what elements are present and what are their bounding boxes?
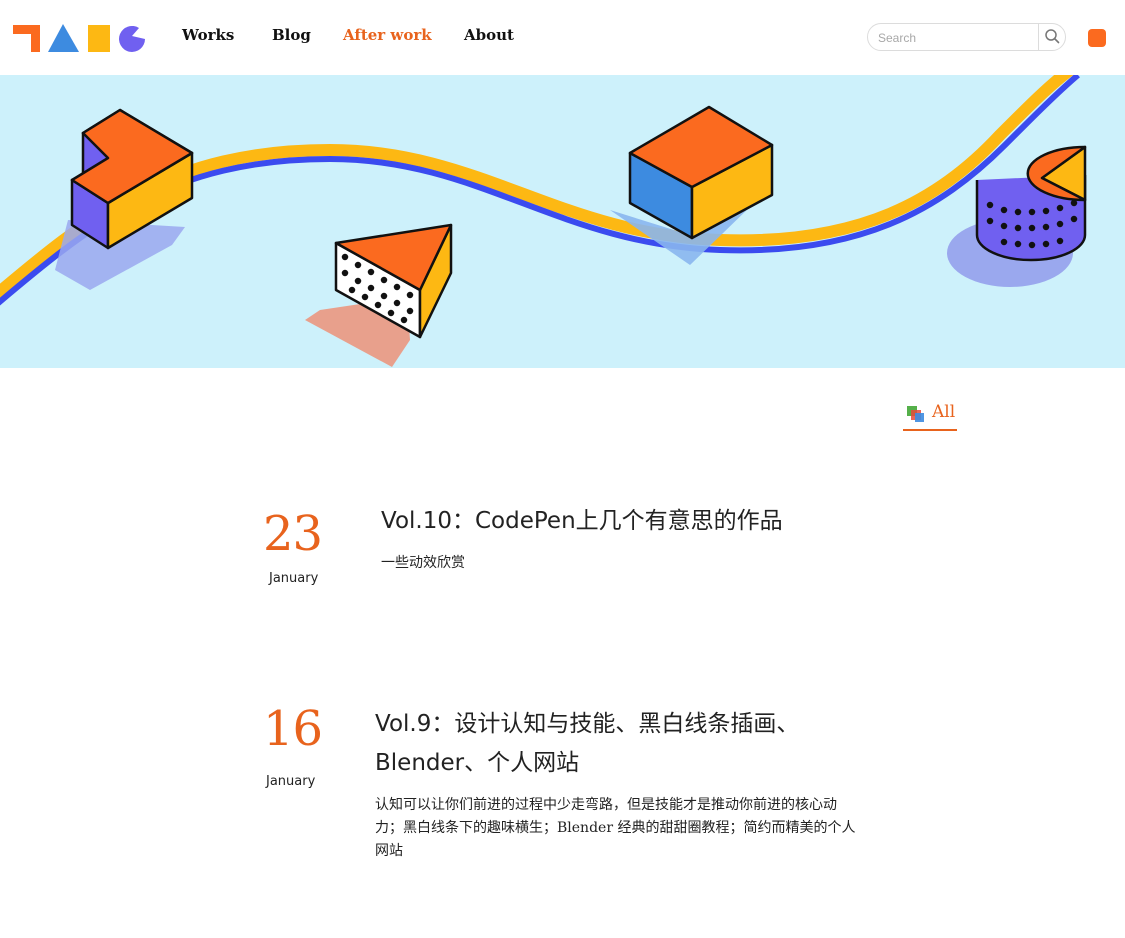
search-box: [867, 23, 1066, 51]
cylinder-block: [975, 145, 1087, 262]
filter-label: All: [932, 402, 956, 422]
post-day: 23: [263, 506, 323, 562]
search-input[interactable]: [878, 29, 1033, 47]
search-icon: [1045, 29, 1060, 44]
nav-item-about[interactable]: About: [464, 26, 514, 44]
nav-item-after-work[interactable]: After work: [343, 26, 432, 44]
post-summary: 一些动效欣赏: [381, 555, 465, 571]
post-title[interactable]: Vol.9：设计认知与技能、黑白线条插画、Blender、个人网站: [375, 705, 830, 783]
post-month: January: [269, 571, 319, 586]
nav-item-blog[interactable]: Blog: [272, 26, 311, 44]
logo[interactable]: [13, 22, 148, 54]
post-summary: 认知可以让你们前进的过程中少走弯路，但是技能才是推动你前进的核心动力；黑白线条下…: [375, 797, 856, 859]
stacked-squares-icon: [907, 406, 924, 422]
post-title[interactable]: Vol.10：CodePen上几个有意思的作品: [381, 502, 861, 541]
orange-square-icon[interactable]: [1088, 29, 1106, 47]
hero-banner: [0, 75, 1125, 368]
cube-block: [628, 105, 774, 240]
category-filter-all[interactable]: All: [903, 401, 957, 431]
post-month: January: [266, 774, 316, 789]
nav-item-works[interactable]: Works: [182, 26, 234, 44]
search-button[interactable]: [1039, 24, 1066, 50]
hero-illustration: [0, 75, 1087, 367]
post-day: 16: [263, 701, 323, 757]
site-header: Works Blog After work About: [0, 0, 1125, 75]
